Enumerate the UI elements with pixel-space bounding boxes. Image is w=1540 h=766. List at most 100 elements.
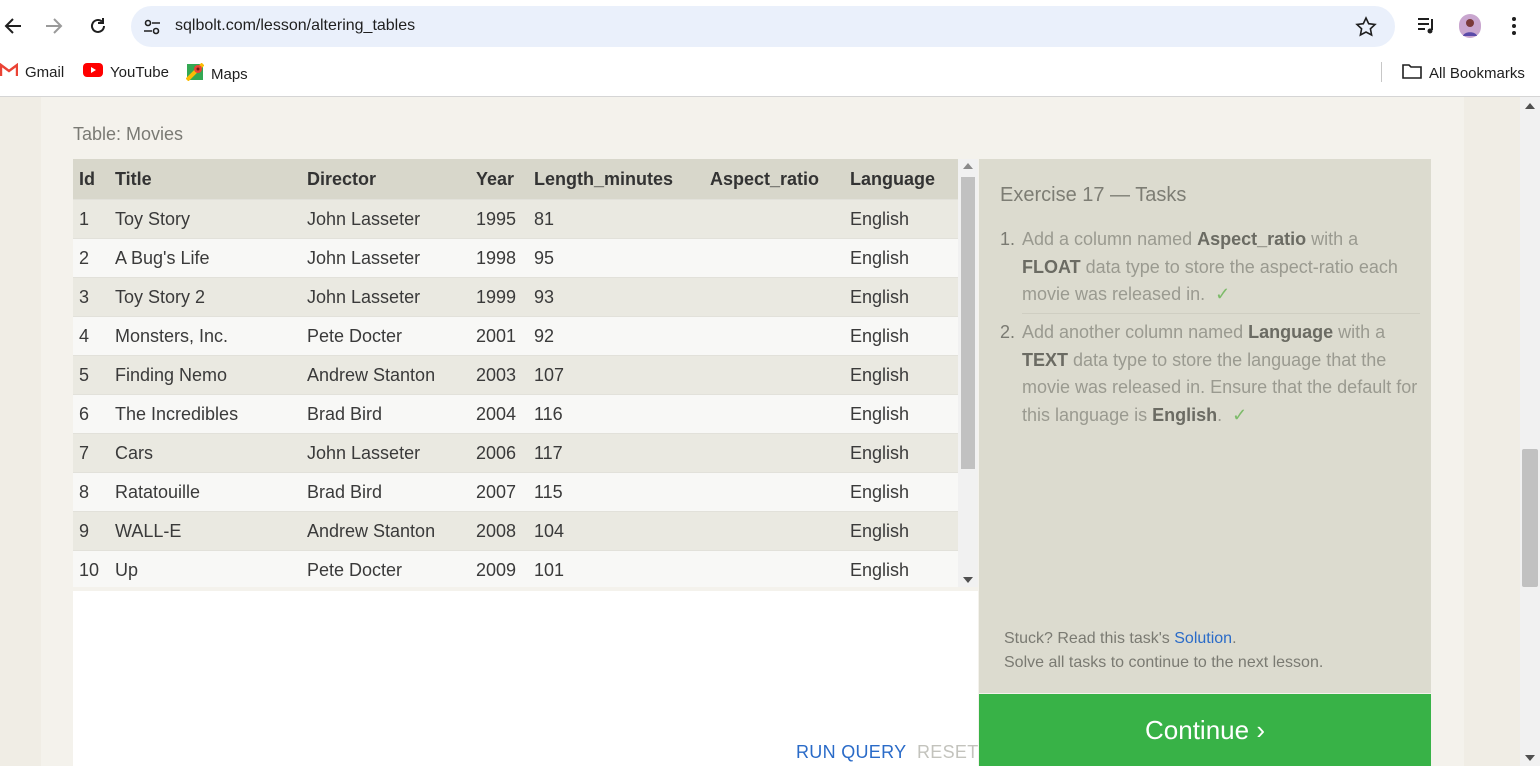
bookmark-gmail[interactable]: Gmail (0, 62, 65, 81)
column-header: Language (844, 159, 958, 200)
stuck-message: Stuck? Read this task's Solution. Solve … (1004, 627, 1323, 675)
table-cell: 101 (528, 550, 704, 587)
table-cell (704, 511, 844, 551)
table-cell: A Bug's Life (109, 238, 301, 278)
url-text[interactable]: sqlbolt.com/lesson/altering_tables (175, 17, 415, 35)
scroll-up-arrow-icon[interactable] (963, 163, 973, 169)
table-header-row: Id Title Director Year Length_minutes As… (73, 159, 958, 200)
table-row: 6 The Incredibles Brad Bird 2004 116 English (73, 394, 958, 434)
table-cell: 1998 (470, 238, 528, 278)
page-scroll-up-icon[interactable] (1525, 103, 1535, 109)
task-text: . (1217, 404, 1223, 425)
bookmark-star-icon[interactable] (1355, 16, 1377, 42)
table-cell: Finding Nemo (109, 355, 301, 395)
page-scrollbar-thumb[interactable] (1522, 449, 1538, 587)
table-row: 5 Finding Nemo Andrew Stanton 2003 107 Englis… (73, 355, 958, 395)
table-row: 1 Toy Story John Lasseter 1995 81 English (73, 199, 958, 239)
task-item-2: 2. Add another column named Language wit… (1000, 319, 1420, 429)
page-scroll-down-icon[interactable] (1525, 755, 1535, 761)
table-scrollbar[interactable] (958, 159, 978, 587)
reload-icon[interactable] (85, 13, 111, 39)
table-row: 2A Bug's Life John Lasseter 1998 95 English (73, 238, 958, 278)
table-cell: 92 (528, 316, 704, 356)
profile-avatar[interactable] (1459, 14, 1481, 38)
table-cell: John Lasseter (301, 433, 470, 473)
solve-all-text: Solve all tasks to continue to the next … (1004, 654, 1324, 671)
page-scrollbar[interactable] (1520, 97, 1540, 766)
table-cell: English (844, 238, 958, 278)
task-complete-check-icon: ✓ (1232, 404, 1248, 425)
back-icon[interactable] (0, 13, 26, 39)
table-cell: 1999 (470, 277, 528, 317)
task-keyword: FLOAT (1022, 256, 1081, 277)
table-scrollbar-thumb[interactable] (961, 177, 975, 469)
table-cell (704, 199, 844, 239)
bookmark-label: YouTube (110, 63, 169, 81)
results-table-container[interactable]: Id Title Director Year Length_minutes As… (73, 159, 958, 587)
task-keyword: Aspect_ratio (1197, 229, 1307, 249)
table-cell: 117 (528, 433, 704, 473)
stuck-text: Stuck? Read this task's (1004, 630, 1175, 647)
table-row: 10 Up Pete Docter 2009 101 English (73, 550, 958, 587)
table-cell: Andrew Stanton (301, 355, 470, 395)
table-cell: 2008 (470, 511, 528, 551)
table-cell: The Incredibles (109, 394, 301, 434)
table-cell (704, 355, 844, 395)
bookmark-youtube[interactable]: YouTube (83, 63, 169, 81)
address-bar[interactable]: sqlbolt.com/lesson/altering_tables (131, 6, 1395, 47)
table-cell: John Lasseter (301, 199, 470, 239)
table-cell: 2004 (470, 394, 528, 434)
reset-button[interactable]: RESET (917, 742, 979, 763)
table-cell: English (844, 550, 958, 587)
maps-icon (185, 62, 205, 85)
table-cell: 2006 (470, 433, 528, 473)
table-cell: English (844, 433, 958, 473)
table-cell: Up (109, 550, 301, 587)
table-row: 8 Ratatouille Brad Bird 2007 115 English (73, 472, 958, 512)
solution-link[interactable]: Solution (1174, 630, 1232, 647)
site-settings-icon[interactable] (142, 17, 162, 41)
table-cell: English (844, 277, 958, 317)
table-cell: 2001 (470, 316, 528, 356)
bookmark-label: Gmail (25, 63, 65, 81)
bookmarks-bar: Gmail YouTube Maps All Bookmarks (0, 52, 1540, 97)
table-cell: Brad Bird (301, 394, 470, 434)
bookmark-maps[interactable]: Maps (185, 62, 248, 85)
continue-button[interactable]: Continue › (979, 694, 1431, 766)
table-cell: 93 (528, 277, 704, 317)
table-cell: Pete Docter (301, 316, 470, 356)
table-cell: 2009 (470, 550, 528, 587)
run-query-button[interactable]: RUN QUERY (796, 742, 906, 763)
column-header: Length_minutes (528, 159, 704, 200)
column-header: Year (470, 159, 528, 200)
menu-kebab-icon[interactable] (1509, 15, 1519, 41)
table-cell (704, 433, 844, 473)
forward-icon[interactable] (41, 13, 67, 39)
table-cell: 8 (73, 472, 109, 512)
column-header: Title (109, 159, 301, 200)
table-cell: WALL-E (109, 511, 301, 551)
table-row: 4 Monsters, Inc. Pete Docter 2001 92 English (73, 316, 958, 356)
table-cell: 2 (73, 238, 109, 278)
table-cell: 116 (528, 394, 704, 434)
table-cell: 95 (528, 238, 704, 278)
all-bookmarks-button[interactable]: All Bookmarks (1402, 63, 1525, 83)
table-cell: Pete Docter (301, 550, 470, 587)
table-cell: John Lasseter (301, 238, 470, 278)
youtube-icon (83, 63, 103, 81)
query-editor[interactable] (73, 591, 978, 766)
table-cell: English (844, 316, 958, 356)
bookmark-label: Maps (211, 65, 248, 83)
table-cell: Toy Story 2 (109, 277, 301, 317)
scroll-down-arrow-icon[interactable] (963, 577, 973, 583)
table-cell: 81 (528, 199, 704, 239)
table-cell: 6 (73, 394, 109, 434)
table-cell: 3 (73, 277, 109, 317)
task-item-1: 1. Add a column named Aspect_ratio with … (1000, 226, 1420, 309)
task-keyword: TEXT (1022, 349, 1069, 370)
table-row: 9 WALL-E Andrew Stanton 2008 104 English (73, 511, 958, 551)
table-cell: 5 (73, 355, 109, 395)
table-cell: 1 (73, 199, 109, 239)
media-control-icon[interactable] (1416, 15, 1438, 41)
table-cell (704, 316, 844, 356)
